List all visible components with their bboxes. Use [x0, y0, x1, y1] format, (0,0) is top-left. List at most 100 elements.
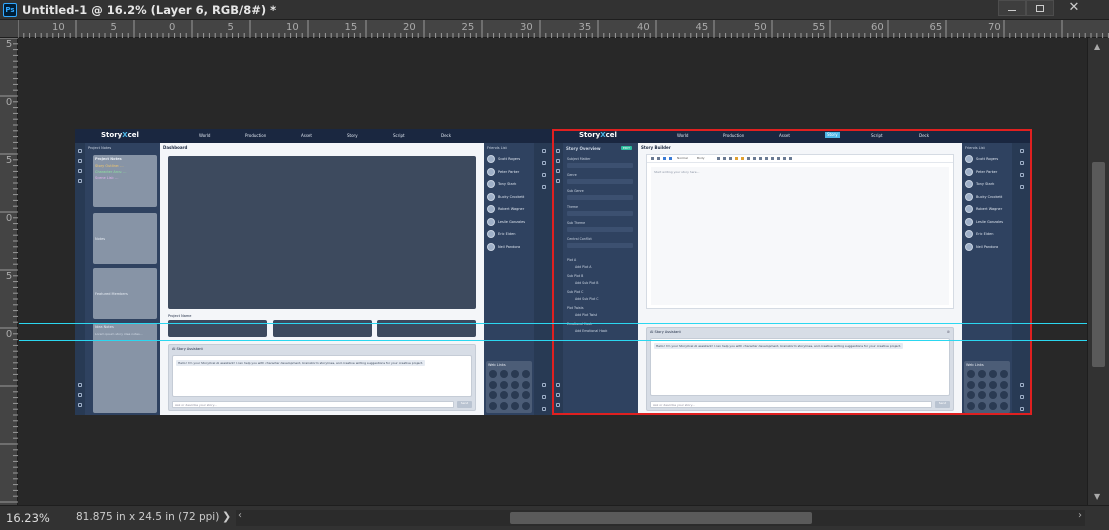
add-plot-button[interactable]: Add Sub Plot B: [575, 281, 598, 285]
folder-icon[interactable]: [556, 169, 560, 173]
web-link-icon[interactable]: [1000, 370, 1008, 378]
web-link-icon[interactable]: [489, 401, 497, 410]
vertical-scroll-thumb[interactable]: [1092, 162, 1105, 367]
vertical-scrollbar[interactable]: ▲ ▼: [1087, 38, 1109, 505]
featured-members-card[interactable]: Featured Members: [93, 268, 157, 319]
web-link-icon[interactable]: [967, 401, 975, 410]
horizontal-scrollbar[interactable]: ‹ ›: [236, 510, 1085, 526]
scroll-right-icon[interactable]: ›: [1078, 510, 1082, 521]
nav-deck[interactable]: Deck: [919, 133, 929, 138]
zoom-level[interactable]: 16.23%: [6, 511, 50, 525]
add-plot-button[interactable]: Add Plot Twist: [575, 313, 597, 317]
collapse-icon[interactable]: ⊗: [947, 329, 950, 334]
plus-icon[interactable]: [542, 383, 546, 387]
web-link-icon[interactable]: [978, 401, 986, 410]
web-link-icon[interactable]: [522, 401, 530, 410]
align-right-icon[interactable]: [759, 157, 762, 160]
web-link-icon[interactable]: [989, 380, 997, 389]
friend-item[interactable]: Eric Eiden: [965, 230, 1009, 239]
web-link-icon[interactable]: [1000, 380, 1008, 389]
bell-icon[interactable]: [1020, 161, 1024, 165]
status-menu-arrow-icon[interactable]: ❯: [222, 510, 231, 523]
friend-item[interactable]: Bucky Crockett: [965, 192, 1009, 202]
scroll-left-icon[interactable]: ‹: [238, 510, 242, 521]
web-link-icon[interactable]: [489, 391, 497, 399]
friend-item[interactable]: Robert Wagner: [487, 205, 531, 214]
nav-production[interactable]: Production: [245, 133, 266, 138]
web-link-icon[interactable]: [989, 401, 997, 410]
table-icon[interactable]: [789, 157, 792, 160]
nav-story-active[interactable]: Story: [825, 132, 840, 138]
web-link-icon[interactable]: [511, 401, 519, 410]
add-plot-button[interactable]: Add Emotional Hook: [575, 329, 607, 333]
friend-item[interactable]: Neil Pandora: [487, 242, 531, 252]
artboard-dashboard[interactable]: StoryXcel World Production Asset Story S…: [75, 129, 554, 415]
numbered-list-icon[interactable]: [771, 157, 774, 160]
artboard-story-builder[interactable]: StoryXcel World Production Asset Story S…: [553, 129, 1032, 415]
settings-icon[interactable]: [78, 393, 82, 397]
user-icon[interactable]: [556, 383, 560, 387]
align-center-icon[interactable]: [753, 157, 756, 160]
overview-field-input[interactable]: [567, 195, 633, 200]
overview-field-input[interactable]: [567, 211, 633, 216]
web-link-icon[interactable]: [978, 380, 986, 389]
web-link-icon[interactable]: [522, 370, 530, 378]
document-icon[interactable]: [556, 179, 560, 183]
redo-icon[interactable]: [657, 157, 660, 160]
folder-icon[interactable]: [78, 169, 82, 173]
close-button[interactable]: ✕: [1060, 0, 1088, 16]
scroll-up-icon[interactable]: ▲: [1094, 42, 1100, 51]
web-link-icon[interactable]: [967, 380, 975, 389]
overview-field-input[interactable]: [567, 227, 633, 232]
nav-world[interactable]: World: [677, 133, 688, 138]
friend-item[interactable]: Bucky Crockett: [487, 192, 531, 202]
add-plot-button[interactable]: Add Plot A: [575, 265, 591, 269]
link-icon[interactable]: [669, 157, 672, 160]
minimize-button[interactable]: [998, 0, 1026, 16]
friend-item[interactable]: Peter Parker: [487, 167, 531, 177]
horizontal-guide[interactable]: [19, 323, 1087, 324]
web-link-icon[interactable]: [500, 391, 508, 399]
document-tab-title[interactable]: Untitled-1 @ 16.2% (Layer 6, RGB/8#) *: [22, 3, 276, 17]
web-link-icon[interactable]: [967, 391, 975, 399]
chat-send-button[interactable]: Send: [457, 401, 472, 408]
web-link-icon[interactable]: [978, 370, 986, 378]
maximize-button[interactable]: [1026, 0, 1054, 16]
friend-item[interactable]: Tony Stark: [487, 180, 531, 189]
dashboard-hero-panel[interactable]: [168, 156, 476, 309]
web-link-icon[interactable]: [522, 391, 530, 399]
web-link-icon[interactable]: [500, 380, 508, 389]
web-link-icon[interactable]: [978, 391, 986, 399]
nav-deck[interactable]: Deck: [441, 133, 451, 138]
underline-icon[interactable]: [729, 157, 732, 160]
project-notes-card[interactable]: Project Notes Story Outline: ... Charact…: [93, 155, 157, 207]
overview-field-input[interactable]: [567, 179, 633, 184]
overview-field-input[interactable]: [567, 163, 633, 168]
friend-item[interactable]: Leslie Gonzales: [487, 217, 531, 227]
web-link-icon[interactable]: [967, 370, 975, 378]
image-icon[interactable]: [663, 157, 666, 160]
quote-icon[interactable]: [777, 157, 780, 160]
rich-text-editor[interactable]: Normal Body Start writing your story her…: [646, 154, 954, 309]
overview-field-input[interactable]: [567, 243, 633, 248]
web-link-icon[interactable]: [500, 370, 508, 378]
scroll-down-icon[interactable]: ▼: [1094, 492, 1100, 501]
nav-script[interactable]: Script: [871, 133, 883, 138]
highlight-icon[interactable]: [735, 157, 738, 160]
friend-item[interactable]: Neil Pandora: [965, 242, 1009, 252]
nav-story[interactable]: Story: [347, 133, 358, 138]
friend-item[interactable]: Scott Rogers: [487, 155, 531, 164]
add-plot-button[interactable]: Add Sub Plot C: [575, 297, 599, 301]
web-link-icon[interactable]: [1000, 401, 1008, 410]
web-link-icon[interactable]: [500, 401, 508, 410]
editor-body[interactable]: Start writing your story here...: [651, 167, 949, 305]
chat-icon[interactable]: [542, 149, 546, 153]
align-left-icon[interactable]: [747, 157, 750, 160]
text-color-icon[interactable]: [741, 157, 744, 160]
notes-card[interactable]: Notes: [93, 213, 157, 264]
plus-icon[interactable]: [1020, 383, 1024, 387]
chat-input[interactable]: Ask or describe your story...: [650, 401, 932, 408]
friend-item[interactable]: Eric Eiden: [487, 230, 531, 239]
nav-asset[interactable]: Asset: [779, 133, 790, 138]
star-icon[interactable]: [1020, 185, 1024, 189]
